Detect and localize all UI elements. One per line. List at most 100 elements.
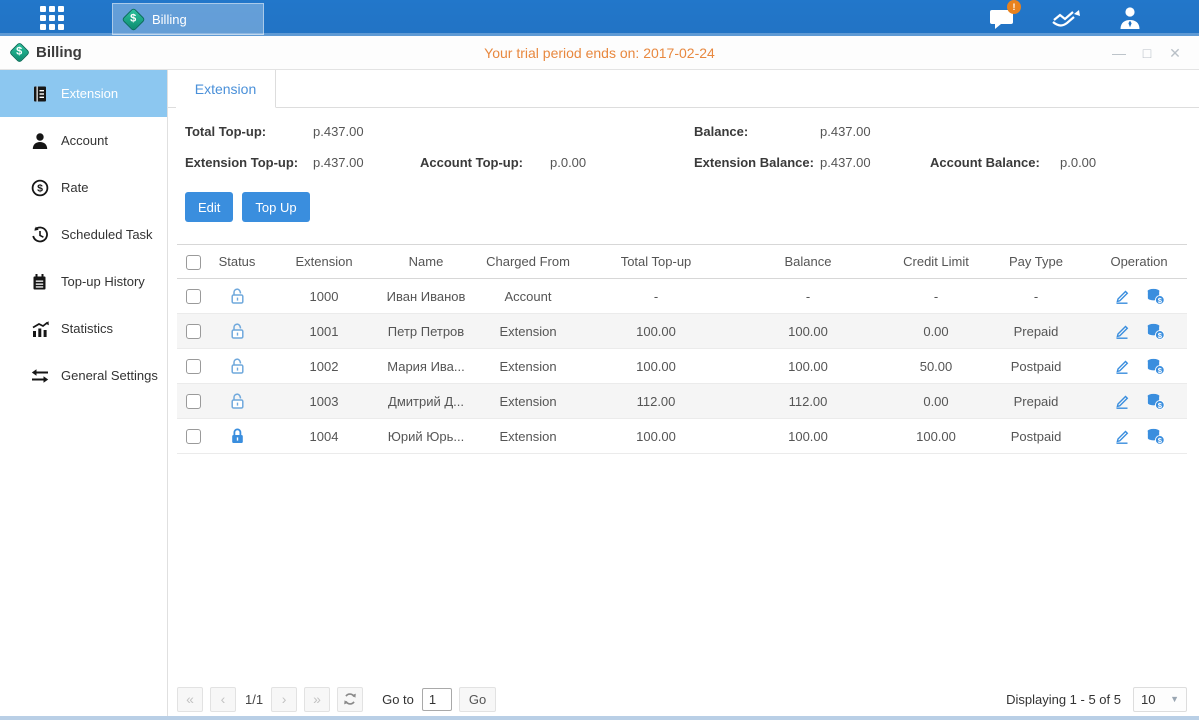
user-account-icon[interactable] bbox=[1113, 6, 1147, 30]
balance-cell: 100.00 bbox=[725, 419, 891, 454]
charged-from-cell: Extension bbox=[469, 384, 587, 419]
account-icon bbox=[30, 132, 49, 150]
unlock-icon bbox=[229, 357, 246, 372]
col-balance: Balance bbox=[725, 245, 891, 279]
taskbar: $ Billing ! bbox=[0, 0, 1199, 36]
name-cell: Мария Ива... bbox=[383, 349, 469, 384]
go-button[interactable]: Go bbox=[459, 687, 496, 712]
pagination-bar: « ‹ 1/1 › » Go to Go Displaying bbox=[177, 685, 1187, 713]
sidebar-item-label: Statistics bbox=[61, 321, 113, 336]
topup-row-icon[interactable]: $ bbox=[1146, 288, 1165, 305]
charged-from-cell: Account bbox=[469, 279, 587, 314]
operation-cell: $ bbox=[1091, 358, 1187, 375]
topup-history-icon bbox=[30, 273, 49, 291]
first-page-button[interactable]: « bbox=[177, 687, 203, 712]
total-topup-cell: 100.00 bbox=[587, 349, 725, 384]
charged-from-cell: Extension bbox=[469, 314, 587, 349]
row-checkbox[interactable] bbox=[186, 289, 201, 304]
edit-row-icon[interactable] bbox=[1114, 393, 1130, 409]
sidebar-item-topup-history[interactable]: Top-up History bbox=[0, 258, 167, 305]
row-checkbox[interactable] bbox=[186, 429, 201, 444]
total-topup-cell: 100.00 bbox=[587, 314, 725, 349]
account-topup-value: p.0.00 bbox=[550, 155, 694, 170]
col-pay-type: Pay Type bbox=[981, 245, 1091, 279]
row-checkbox[interactable] bbox=[186, 359, 201, 374]
table-header-row: Status Extension Name Charged From Total… bbox=[177, 245, 1187, 279]
extension-icon bbox=[30, 85, 49, 103]
row-checkbox[interactable] bbox=[186, 394, 201, 409]
resource-monitor-icon[interactable] bbox=[1049, 6, 1083, 30]
operation-cell: $ bbox=[1091, 428, 1187, 445]
table-row: 1004Юрий Юрь...Extension100.00100.00100.… bbox=[177, 419, 1187, 454]
topup-row-icon[interactable]: $ bbox=[1146, 428, 1165, 445]
col-name: Name bbox=[383, 245, 469, 279]
window-titlebar: $ Billing Your trial period ends on: 201… bbox=[0, 36, 1199, 70]
next-page-button[interactable]: › bbox=[271, 687, 297, 712]
edit-row-icon[interactable] bbox=[1114, 288, 1130, 304]
row-checkbox[interactable] bbox=[186, 324, 201, 339]
balance-value: p.437.00 bbox=[820, 124, 930, 139]
credit-limit-cell: 100.00 bbox=[891, 419, 981, 454]
unlock-icon bbox=[229, 322, 246, 337]
sidebar-item-label: Top-up History bbox=[61, 274, 145, 289]
total-topup-value: p.437.00 bbox=[313, 124, 420, 139]
table-row: 1001Петр ПетровExtension100.00100.000.00… bbox=[177, 314, 1187, 349]
top-up-button[interactable]: Top Up bbox=[242, 192, 309, 222]
name-cell: Дмитрий Д... bbox=[383, 384, 469, 419]
main-content: Extension Total Top-up: p.437.00 Balance… bbox=[168, 70, 1199, 719]
table-row: 1000Иван ИвановAccount----$ bbox=[177, 279, 1187, 314]
taskbar-right-icons: ! bbox=[985, 6, 1147, 30]
total-topup-cell: 100.00 bbox=[587, 419, 725, 454]
name-cell: Юрий Юрь... bbox=[383, 419, 469, 454]
page-size-select[interactable]: 10 ▼ bbox=[1133, 687, 1187, 712]
edit-row-icon[interactable] bbox=[1114, 428, 1130, 444]
select-all-checkbox[interactable] bbox=[186, 255, 201, 270]
close-button[interactable]: ✕ bbox=[1167, 46, 1183, 60]
sidebar: Extension Account $ Rate Scheduled Task bbox=[0, 70, 168, 719]
minimize-button[interactable]: — bbox=[1111, 46, 1127, 60]
pay-type-cell: Prepaid bbox=[981, 384, 1091, 419]
refresh-button[interactable] bbox=[337, 687, 363, 712]
account-balance-label: Account Balance: bbox=[930, 155, 1060, 170]
table-row: 1002Мария Ива...Extension100.00100.0050.… bbox=[177, 349, 1187, 384]
maximize-button[interactable]: □ bbox=[1139, 46, 1155, 60]
window-title: Billing bbox=[36, 44, 82, 61]
billing-dollar-icon-small: $ bbox=[9, 42, 30, 63]
sidebar-item-label: General Settings bbox=[61, 368, 158, 383]
sidebar-item-extension[interactable]: Extension bbox=[0, 70, 167, 117]
credit-limit-cell: 50.00 bbox=[891, 349, 981, 384]
topup-row-icon[interactable]: $ bbox=[1146, 358, 1165, 375]
edit-button[interactable]: Edit bbox=[185, 192, 233, 222]
account-topup-label: Account Top-up: bbox=[420, 155, 550, 170]
app-launcher-icon[interactable] bbox=[40, 6, 64, 30]
billing-app-window: $ Billing ! bbox=[0, 0, 1199, 720]
sidebar-item-statistics[interactable]: Statistics bbox=[0, 305, 167, 352]
rate-icon: $ bbox=[30, 179, 49, 197]
credit-limit-cell: 0.00 bbox=[891, 384, 981, 419]
sidebar-item-account[interactable]: Account bbox=[0, 117, 167, 164]
operation-cell: $ bbox=[1091, 323, 1187, 340]
lock-icon bbox=[229, 427, 246, 442]
extension-cell: 1002 bbox=[265, 349, 383, 384]
sidebar-item-rate[interactable]: $ Rate bbox=[0, 164, 167, 211]
balance-cell: 100.00 bbox=[725, 349, 891, 384]
messages-icon[interactable]: ! bbox=[985, 6, 1019, 30]
sidebar-item-general-settings[interactable]: General Settings bbox=[0, 352, 167, 399]
edit-row-icon[interactable] bbox=[1114, 323, 1130, 339]
pay-type-cell: Postpaid bbox=[981, 419, 1091, 454]
balance-cell: - bbox=[725, 279, 891, 314]
edit-row-icon[interactable] bbox=[1114, 358, 1130, 374]
prev-page-button[interactable]: ‹ bbox=[210, 687, 236, 712]
pay-type-cell: - bbox=[981, 279, 1091, 314]
tab-extension[interactable]: Extension bbox=[176, 70, 276, 108]
page-info: 1/1 bbox=[245, 692, 263, 707]
topup-row-icon[interactable]: $ bbox=[1146, 323, 1165, 340]
pay-type-cell: Postpaid bbox=[981, 349, 1091, 384]
taskbar-tab-billing[interactable]: $ Billing bbox=[112, 3, 264, 35]
sidebar-item-scheduled-task[interactable]: Scheduled Task bbox=[0, 211, 167, 258]
col-operation: Operation bbox=[1091, 245, 1187, 279]
topup-row-icon[interactable]: $ bbox=[1146, 393, 1165, 410]
goto-page-input[interactable] bbox=[422, 688, 452, 711]
last-page-button[interactable]: » bbox=[304, 687, 330, 712]
action-buttons: Edit Top Up bbox=[185, 192, 1199, 222]
